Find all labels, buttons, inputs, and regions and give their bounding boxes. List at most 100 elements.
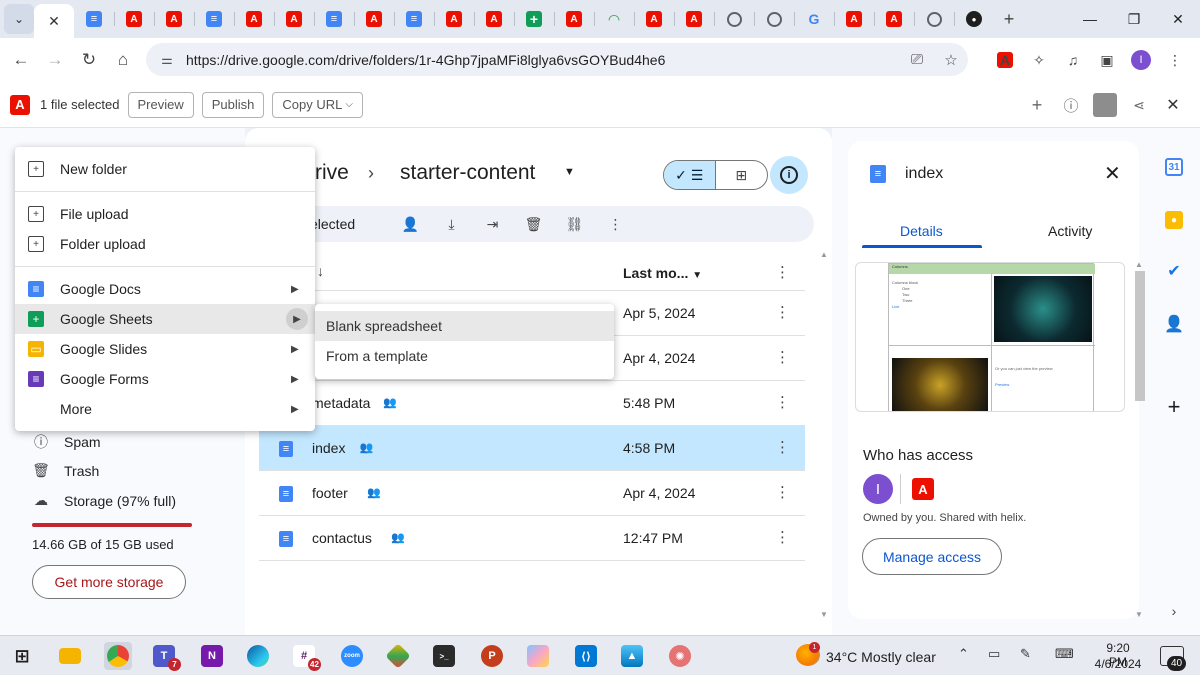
start-icon[interactable]: ⊞ [8, 642, 36, 670]
tab-wifi[interactable] [594, 4, 634, 34]
close-details-icon[interactable]: ✕ [1104, 161, 1121, 186]
table-row[interactable]: ≡metadata👥5:48 PM⋮ [259, 381, 805, 426]
tab-sheets[interactable] [514, 4, 554, 34]
menu-item-google-docs[interactable]: ≡ Google Docs ▶ [15, 274, 315, 304]
folder-dropdown-icon[interactable]: ▼ [564, 166, 575, 178]
photos-icon[interactable]: ▲ [618, 642, 646, 670]
chrome-icon[interactable] [104, 642, 132, 670]
scroll-down-icon[interactable]: ▼ [1135, 610, 1143, 619]
manage-access-button[interactable]: Manage access [862, 538, 1002, 575]
column-options-icon[interactable]: ⋮ [775, 263, 790, 281]
adobe-extension-icon[interactable] [988, 45, 1022, 75]
profile-avatar[interactable]: I [1131, 50, 1151, 70]
row-more-icon[interactable]: ⋮ [775, 483, 790, 501]
tab-activity[interactable]: Activity [1048, 223, 1092, 239]
reload-icon[interactable]: ↻ [72, 43, 106, 77]
url-text[interactable]: https://drive.google.com/drive/folders/1… [186, 52, 900, 68]
tab-docs[interactable] [394, 4, 434, 34]
back-icon[interactable]: ← [4, 43, 38, 77]
tab-search-dropdown-icon[interactable]: ⌄ [4, 4, 34, 34]
row-more-icon[interactable]: ⋮ [775, 528, 790, 546]
site-info-icon[interactable]: ⚌ [152, 52, 182, 68]
menu-item-google-sheets[interactable]: + Google Sheets ▶ [15, 304, 315, 334]
tasks-icon[interactable]: ✔ [1165, 262, 1183, 280]
tab-docs[interactable] [314, 4, 354, 34]
tab-globe[interactable] [914, 4, 954, 34]
owner-avatar[interactable]: I [863, 474, 893, 504]
edge-icon[interactable] [244, 642, 272, 670]
details-scrollbar[interactable] [1135, 271, 1145, 401]
get-addons-icon[interactable]: + [1165, 394, 1183, 419]
powerpoint-icon[interactable]: P [478, 642, 506, 670]
info-icon[interactable]: ⓘ [1054, 90, 1088, 120]
calendar-icon[interactable]: 31 [1165, 158, 1183, 176]
share-icon[interactable]: ⋖ [1122, 90, 1156, 120]
tray-chevron-icon[interactable]: ⌃ [958, 646, 969, 662]
breadcrumb-root[interactable]: rive [315, 161, 349, 185]
weather-text[interactable]: 34°C Mostly clear [826, 649, 936, 665]
row-more-icon[interactable]: ⋮ [775, 393, 790, 411]
tab-adobe[interactable] [234, 4, 274, 34]
file-explorer-icon[interactable] [56, 642, 84, 670]
link-icon[interactable]: ⛓ [554, 216, 595, 233]
more-actions-icon[interactable]: ⋮ [595, 216, 636, 233]
scroll-up-icon[interactable]: ▲ [1135, 260, 1143, 269]
onenote-icon[interactable]: N [198, 642, 226, 670]
sidebar-item-trash[interactable]: 🗑 Trash [32, 462, 99, 479]
keyboard-icon[interactable]: ⌨ [1055, 646, 1074, 662]
tab-google[interactable] [794, 4, 834, 34]
menu-item-more[interactable]: More ▶ [15, 394, 315, 424]
scroll-down-icon[interactable]: ▼ [820, 610, 828, 619]
tab-adobe[interactable] [554, 4, 594, 34]
expand-panel-icon[interactable]: › [1165, 602, 1183, 620]
sort-direction-icon[interactable]: ↓ [317, 263, 324, 279]
copy-url-button[interactable]: Copy URL ⌵ [272, 91, 363, 118]
shared-group-avatar[interactable]: A [908, 474, 938, 504]
view-details-button[interactable]: i [770, 156, 808, 194]
battery-icon[interactable]: ▭ [988, 646, 1000, 662]
close-sidekick-icon[interactable]: ✕ [1156, 90, 1190, 120]
slack-icon[interactable]: #42 [290, 642, 321, 671]
minimize-icon[interactable]: — [1068, 0, 1112, 38]
preview-button[interactable]: Preview [127, 91, 194, 118]
tab-adobe[interactable] [114, 4, 154, 34]
row-more-icon[interactable]: ⋮ [775, 438, 790, 456]
contacts-icon[interactable]: 👤 [1164, 315, 1184, 333]
omnibox[interactable]: ⚌ https://drive.google.com/drive/folders… [146, 43, 968, 76]
tab-adobe[interactable] [874, 4, 914, 34]
scroll-up-icon[interactable]: ▲ [820, 250, 828, 259]
table-row[interactable]: ≡ contactus 👥 12:47 PM ⋮ [259, 516, 805, 561]
restore-icon[interactable]: ❐ [1112, 0, 1156, 38]
tab-adobe[interactable] [634, 4, 674, 34]
breadcrumb-current[interactable]: starter-content [400, 161, 535, 185]
tab-adobe[interactable] [674, 4, 714, 34]
vscode-icon[interactable]: ⟨⟩ [572, 642, 600, 670]
tab-globe[interactable] [714, 4, 754, 34]
tab-globe[interactable] [754, 4, 794, 34]
zoom-icon[interactable]: zoom [338, 642, 366, 670]
last-modified-header[interactable]: Last mo... ▼ [623, 265, 702, 281]
tab-adobe[interactable] [474, 4, 514, 34]
share-person-icon[interactable]: 👤 [390, 216, 431, 233]
menu-item-folder-upload[interactable]: + Folder upload [15, 229, 315, 259]
browser-menu-icon[interactable]: ⋮ [1158, 45, 1192, 75]
sidebar-item-spam[interactable]: ⓘ Spam [32, 432, 101, 452]
menu-item-new-folder[interactable]: + New folder [15, 154, 315, 184]
tab-active[interactable]: ✕ [34, 4, 74, 38]
terminal-icon[interactable]: >_ [430, 642, 458, 670]
tab-adobe[interactable] [834, 4, 874, 34]
sidekick-avatar[interactable] [1093, 93, 1117, 117]
blank-spreadsheet-item[interactable]: Blank spreadsheet [315, 311, 614, 341]
row-more-icon[interactable]: ⋮ [775, 303, 790, 321]
get-more-storage-button[interactable]: Get more storage [32, 565, 186, 599]
publish-button[interactable]: Publish [201, 91, 265, 118]
network-tool-icon[interactable]: ✺ [666, 642, 694, 670]
clock-date[interactable]: 4/6/2024 [1090, 657, 1146, 671]
table-row[interactable]: ≡ index 👥 4:58 PM ⋮ [259, 426, 805, 471]
tab-adobe[interactable] [434, 4, 474, 34]
trash-icon[interactable]: 🗑 [513, 216, 554, 233]
extensions-icon[interactable]: ✧ [1022, 45, 1056, 75]
side-panel-icon[interactable]: ▣ [1090, 45, 1124, 75]
tab-github[interactable] [954, 4, 994, 34]
forward-icon[interactable]: → [38, 43, 72, 77]
